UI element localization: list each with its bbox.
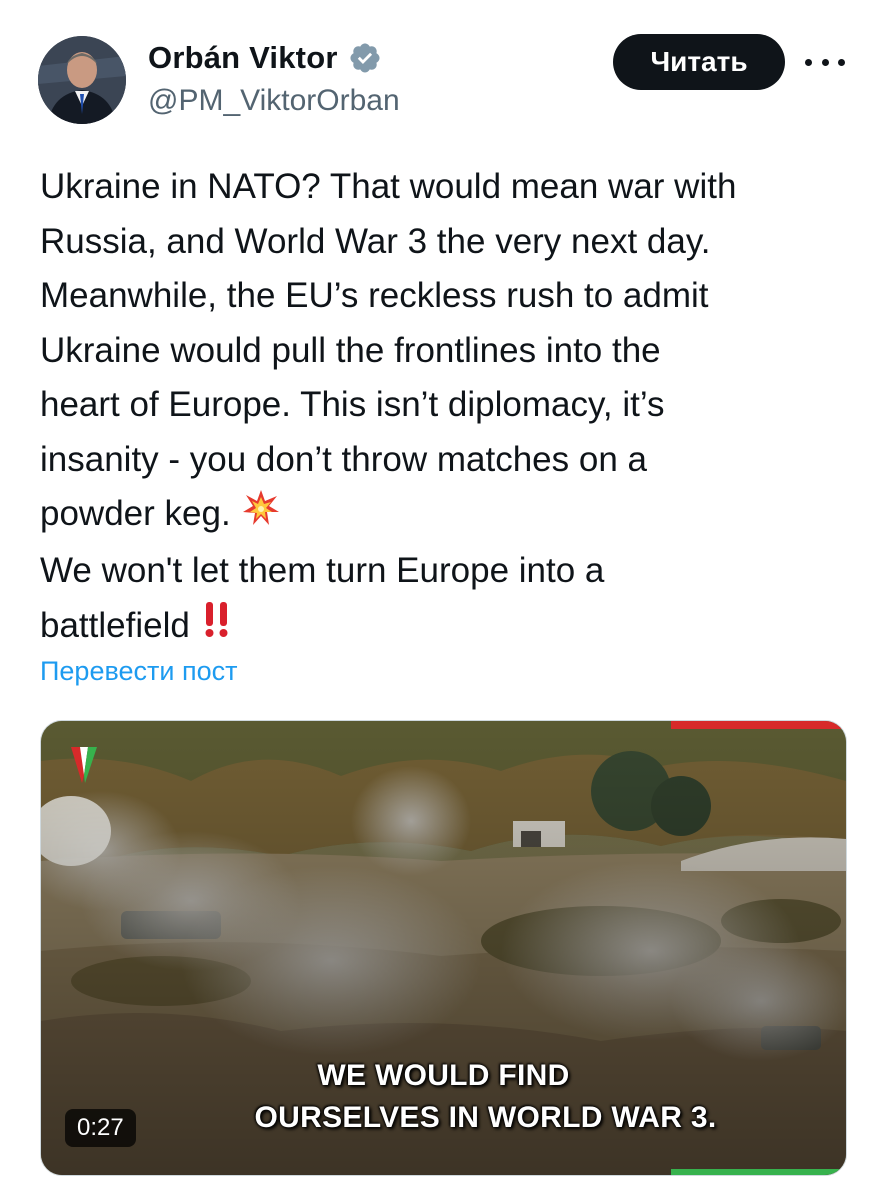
channel-logo-icon	[69, 745, 99, 790]
tweet-line: We won't let them turn Europe into a	[40, 551, 605, 590]
more-options-icon[interactable]	[805, 48, 845, 76]
author-handle[interactable]: @PM_ViktorOrban	[148, 84, 400, 118]
tweet-line: battlefield	[40, 605, 190, 645]
display-name[interactable]: Orbán Viktor	[148, 40, 338, 76]
video-progress-accent	[671, 1169, 846, 1175]
tweet-text: Ukraine in NATO? That would mean war wit…	[40, 160, 860, 656]
tweet-line-with-emoji: battlefield	[40, 599, 860, 656]
tweet-line: Meanwhile, the EU’s reckless rush to adm…	[40, 276, 709, 315]
video-duration-badge: 0:27	[65, 1109, 136, 1147]
tweet-line: heart of Europe. This isn’t diplomacy, i…	[40, 385, 665, 424]
author-name-row: Orbán Viktor	[148, 40, 382, 76]
follow-button[interactable]: Читать	[613, 34, 785, 90]
double-exclamation-emoji-icon	[200, 599, 234, 656]
avatar[interactable]	[38, 36, 126, 124]
dot	[838, 58, 845, 66]
tweet-line: powder keg.	[40, 494, 231, 533]
collision-emoji-icon	[241, 488, 281, 545]
video-caption-line-2: OURSELVES IN WORLD WAR 3.	[254, 1101, 717, 1134]
video-caption-line-1: WE WOULD FIND	[317, 1059, 570, 1092]
tweet-line: Ukraine would pull the frontlines into t…	[40, 330, 661, 370]
dot	[821, 58, 829, 66]
verified-badge-icon	[350, 43, 380, 73]
profile-photo-icon	[38, 36, 126, 124]
tweet-line: Russia, and World War 3 the very next da…	[40, 221, 711, 261]
dot	[805, 58, 812, 66]
tweet-line: insanity - you don’t throw matches on a	[40, 439, 647, 479]
translate-post-link[interactable]: Перевести пост	[40, 656, 237, 687]
video-player[interactable]: WE WOULD FIND OURSELVES IN WORLD WAR 3. …	[40, 720, 847, 1176]
tweet-line-with-emoji: powder keg.	[40, 487, 860, 544]
channel-accent-bar	[671, 721, 846, 729]
tweet-line: Ukraine in NATO? That would mean war wit…	[40, 167, 737, 206]
